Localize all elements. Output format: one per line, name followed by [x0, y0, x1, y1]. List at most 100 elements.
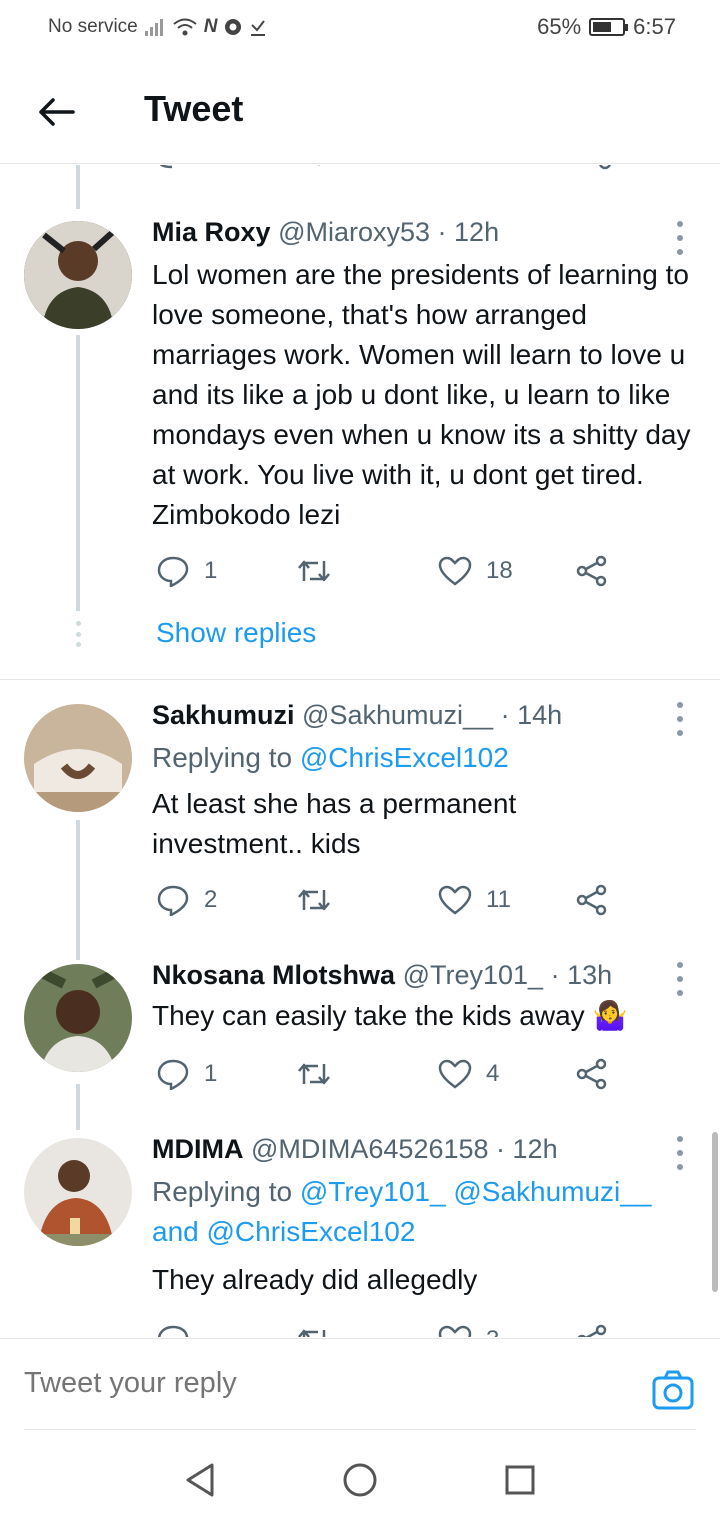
tweet-actions: 3 [152, 1320, 622, 1337]
like-button[interactable]: 18 [438, 551, 513, 591]
battery-percent: 65% [537, 14, 582, 39]
more-options-button[interactable] [670, 702, 690, 736]
like-button[interactable]: 4 [438, 1054, 499, 1094]
tweet-text: Lol women are the presidents of learning… [152, 259, 691, 530]
like-button[interactable]: 3 [438, 1320, 499, 1337]
tweet-thread[interactable]: Mia Roxy @Miaroxy53 · 12h Lol women are … [0, 165, 720, 1337]
reply-count: 1 [204, 557, 218, 584]
avatar-photo [24, 704, 132, 812]
tweet-item[interactable]: MDIMA @MDIMA64526158 · 12h Replying to @… [0, 1130, 720, 1337]
reply-input[interactable] [24, 1367, 401, 1400]
reply-count: 2 [204, 886, 218, 913]
avatar[interactable] [24, 964, 132, 1072]
status-right: 65% 6:57 [537, 14, 676, 40]
tweet-header: Mia Roxy @Miaroxy53 · 12h [152, 217, 499, 248]
reply-composer [0, 1338, 720, 1430]
mention-link[interactable]: @Sakhumuzi__ [453, 1176, 651, 1207]
retweet-button[interactable] [296, 880, 346, 920]
signal-icon [144, 19, 163, 36]
timestamp: · 13h [550, 960, 613, 990]
reply-button[interactable]: 1 [156, 1054, 217, 1094]
tweet-actions: 1 4 [152, 1054, 622, 1094]
replying-to: Replying to @Trey101_ @Sakhumuzi__ [152, 1172, 651, 1212]
more-options-button[interactable] [670, 1136, 690, 1170]
reply-icon [157, 1059, 189, 1090]
thread-connector [76, 820, 80, 960]
share-button[interactable] [576, 1054, 608, 1094]
share-button[interactable] [576, 551, 608, 591]
like-button[interactable]: 11 [438, 880, 511, 920]
avatar[interactable] [24, 704, 132, 812]
heart-icon [438, 885, 472, 915]
camera-button[interactable] [652, 1369, 694, 1411]
replying-to: Replying to @ChrisExcel102 [152, 738, 509, 778]
retweet-icon [298, 889, 330, 911]
tweet-header: MDIMA @MDIMA64526158 · 12h [152, 1134, 558, 1165]
tweet-actions: 2 11 [152, 880, 622, 920]
mention-joiner[interactable]: and [152, 1216, 199, 1247]
more-options-button[interactable] [670, 962, 690, 996]
mention-link[interactable]: @ChrisExcel102 [300, 742, 509, 773]
avatar-photo [24, 964, 132, 1072]
display-name[interactable]: Sakhumuzi [152, 700, 295, 730]
share-icon [576, 1058, 607, 1090]
avatar[interactable] [24, 221, 132, 329]
chrome-icon [225, 19, 242, 35]
display-name[interactable]: Nkosana Mlotshwa [152, 960, 395, 990]
nav-recents-button[interactable] [500, 1460, 540, 1500]
retweet-icon [298, 1329, 326, 1337]
tweet-item[interactable]: Nkosana Mlotshwa @Trey101_ · 13h They ca… [0, 960, 720, 1130]
handle[interactable]: @MDIMA64526158 [251, 1134, 489, 1164]
reply-button[interactable] [156, 1320, 204, 1337]
scrollbar[interactable] [712, 1132, 718, 1292]
thread-connector [76, 335, 80, 611]
tweet-item[interactable]: Mia Roxy @Miaroxy53 · 12h Lol women are … [0, 165, 720, 679]
collapsed-thread-dots [74, 621, 82, 647]
replying-prefix: Replying to [152, 1176, 293, 1207]
camera-icon [652, 1370, 694, 1410]
tweet-header: Nkosana Mlotshwa @Trey101_ · 13h [152, 960, 612, 991]
share-button[interactable] [576, 880, 608, 920]
tweet-actions: 1 18 [152, 551, 622, 591]
nav-home-button[interactable] [340, 1460, 380, 1500]
circle-home-icon [343, 1463, 377, 1497]
reply-button[interactable]: 1 [156, 551, 217, 591]
wifi-icon [173, 18, 197, 36]
more-options-button[interactable] [670, 221, 690, 255]
retweet-button[interactable] [296, 1320, 346, 1337]
display-name[interactable]: Mia Roxy [152, 217, 271, 247]
handle[interactable]: @Miaroxy53 [278, 217, 430, 247]
back-button[interactable] [28, 84, 84, 140]
display-name[interactable]: MDIMA [152, 1134, 243, 1164]
mention-link[interactable]: @Trey101_ [300, 1176, 446, 1207]
timestamp: · 12h [437, 217, 500, 247]
tweet-text: At least she has a permanent investment.… [152, 788, 517, 859]
triangle-back-icon [186, 1463, 214, 1497]
avatar[interactable] [24, 1138, 132, 1246]
timestamp: · 14h [500, 700, 563, 730]
like-count: 18 [486, 557, 513, 584]
retweet-icon [298, 1063, 330, 1085]
arrow-left-icon [39, 98, 75, 126]
reply-button[interactable]: 2 [156, 880, 217, 920]
retweet-button[interactable] [296, 551, 346, 591]
nav-back-button[interactable] [180, 1460, 220, 1500]
tweet-header: Sakhumuzi @Sakhumuzi__ · 14h [152, 700, 562, 731]
replying-prefix: Replying to [152, 742, 293, 773]
share-button[interactable] [576, 1320, 608, 1337]
system-nav-bar [0, 1432, 720, 1520]
handle[interactable]: @Sakhumuzi__ [302, 700, 493, 730]
handle[interactable]: @Trey101_ [403, 960, 543, 990]
retweet-button[interactable] [296, 1054, 346, 1094]
like-count: 4 [486, 1060, 500, 1087]
tweet-item[interactable]: Sakhumuzi @Sakhumuzi__ · 14h Replying to… [0, 680, 720, 960]
retweet-icon [298, 560, 330, 582]
status-left: No service N [48, 16, 267, 38]
heart-icon [438, 1325, 472, 1337]
heart-icon [438, 1059, 472, 1089]
show-replies-link[interactable]: Show replies [156, 617, 316, 649]
share-icon [576, 884, 607, 916]
mention-link[interactable]: @ChrisExcel102 [207, 1216, 416, 1247]
reply-count: 1 [204, 1060, 218, 1087]
replying-to-continued: and @ChrisExcel102 [152, 1212, 415, 1252]
